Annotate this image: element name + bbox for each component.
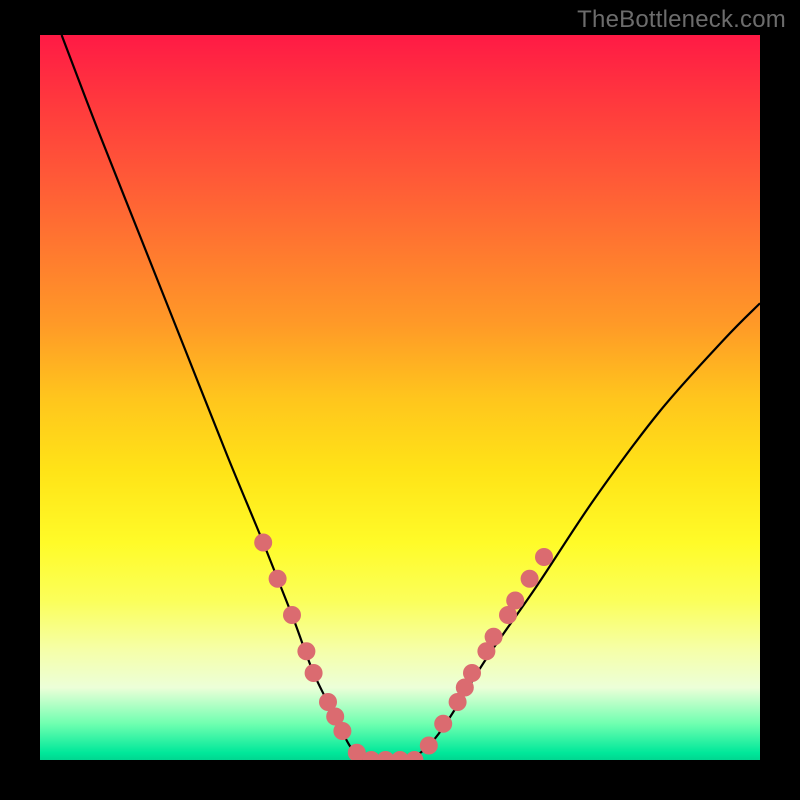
marker-dot — [283, 606, 301, 624]
marker-dot — [254, 534, 272, 552]
marker-dot — [333, 722, 351, 740]
curve-svg — [40, 35, 760, 760]
marker-dot — [521, 570, 539, 588]
marker-dot — [535, 548, 553, 566]
marker-dots — [254, 534, 553, 761]
marker-dot — [420, 737, 438, 755]
plot-area — [40, 35, 760, 760]
marker-dot — [305, 664, 323, 682]
marker-dot — [506, 592, 524, 610]
chart-frame: TheBottleneck.com — [0, 0, 800, 800]
watermark-text: TheBottleneck.com — [577, 6, 786, 34]
marker-dot — [297, 642, 315, 660]
marker-dot — [485, 628, 503, 646]
marker-dot — [463, 664, 481, 682]
marker-dot — [269, 570, 287, 588]
marker-dot — [434, 715, 452, 733]
bottleneck-curve — [62, 35, 760, 760]
